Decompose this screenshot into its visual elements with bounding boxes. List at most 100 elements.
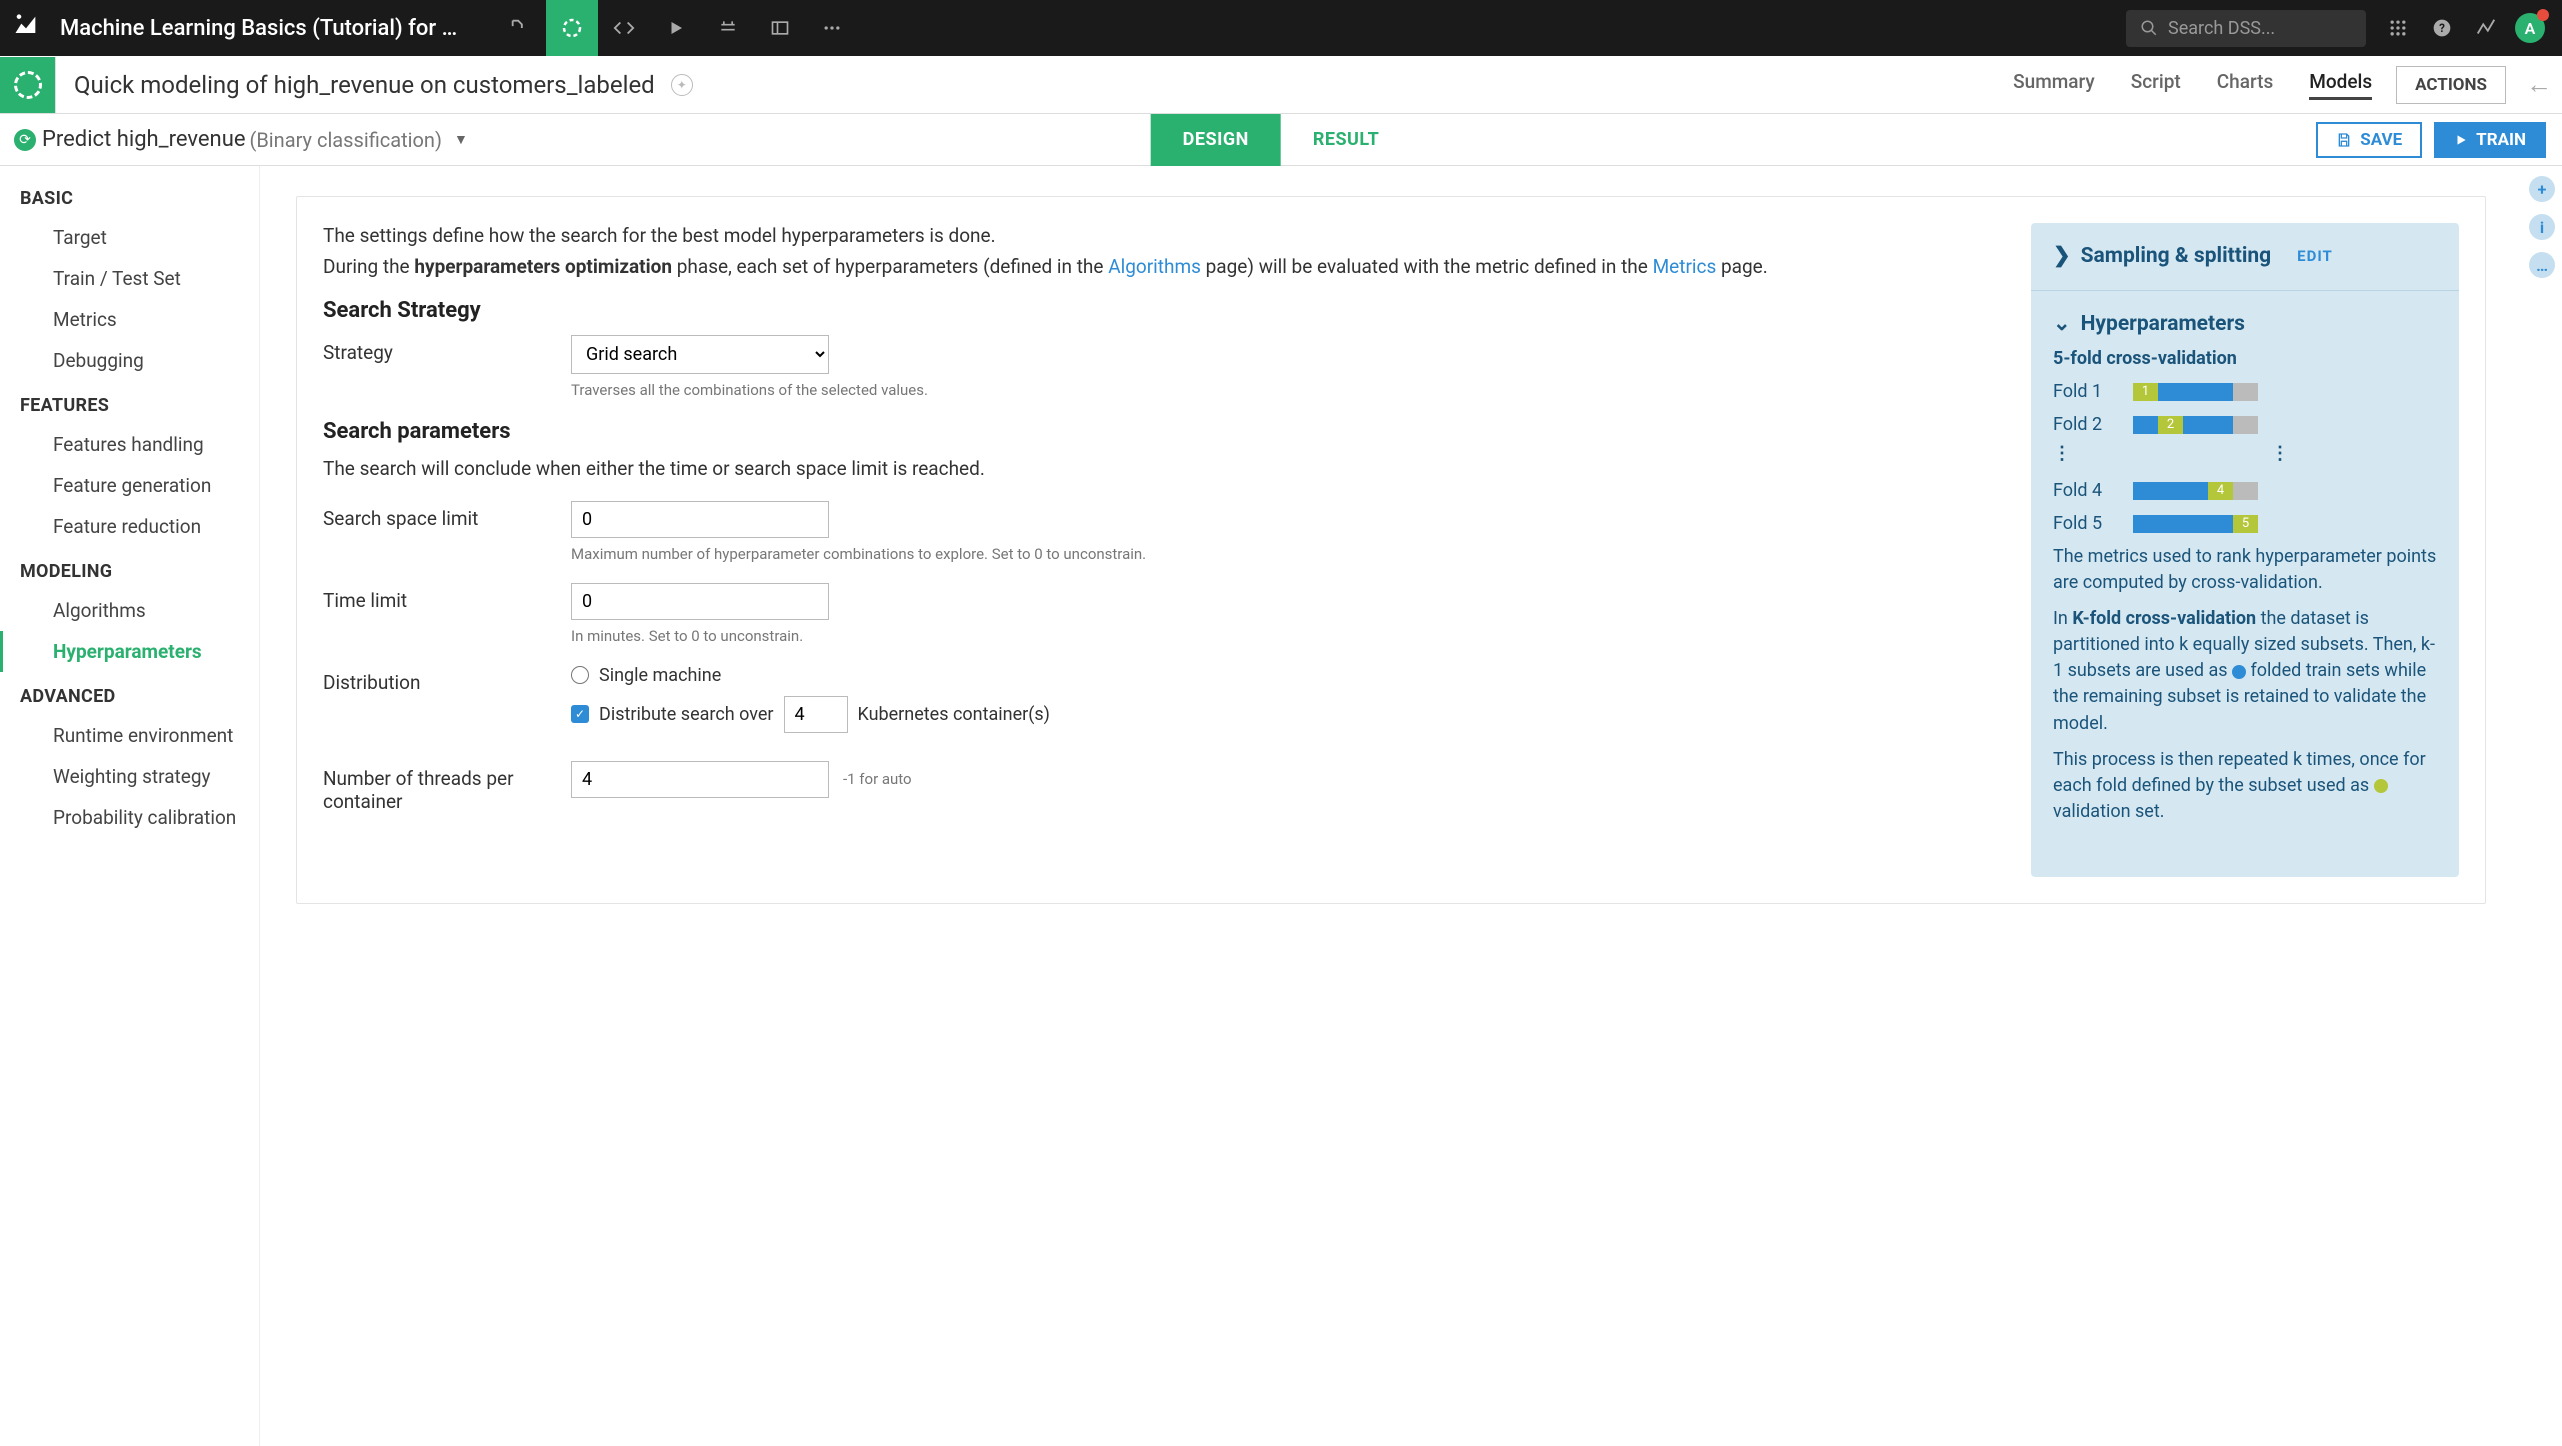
sidebar-section-modeling: MODELING — [0, 547, 259, 590]
sidebar-section-basic: BASIC — [0, 174, 259, 217]
mode-bar: ⟳ Predict high_revenue (Binary classific… — [0, 114, 2562, 166]
fold-row-5: Fold 5 5 — [2053, 513, 2437, 534]
distribution-label: Distribution — [323, 665, 571, 694]
lab-icon[interactable] — [546, 0, 598, 56]
time-limit-input[interactable] — [571, 583, 829, 620]
svg-text:?: ? — [2439, 21, 2445, 35]
sidebar-item-metrics[interactable]: Metrics — [0, 299, 259, 340]
activity-icon[interactable] — [2466, 8, 2506, 48]
actions-button[interactable]: ACTIONS — [2396, 66, 2506, 104]
strategy-help: Traverses all the combinations of the se… — [571, 380, 2001, 401]
tab-summary[interactable]: Summary — [2013, 70, 2095, 100]
chevron-right-icon: ❯ — [2053, 243, 2071, 268]
strategy-heading: Search Strategy — [323, 298, 2001, 323]
sidebar-item-feature-generation[interactable]: Feature generation — [0, 465, 259, 506]
edit-link[interactable]: EDIT — [2297, 247, 2333, 265]
mode-switch: DESIGN RESULT — [1151, 114, 1412, 166]
info-circle-icon[interactable]: ✦ — [671, 74, 693, 96]
sidebar-item-algorithms[interactable]: Algorithms — [0, 590, 259, 631]
space-limit-help: Maximum number of hyperparameter combina… — [571, 544, 2001, 565]
help-icon[interactable]: ? — [2422, 8, 2462, 48]
more-icon[interactable] — [806, 0, 858, 56]
train-label: TRAIN — [2476, 130, 2526, 150]
tab-models[interactable]: Models — [2309, 70, 2372, 100]
main-area: BASIC Target Train / Test Set Metrics De… — [0, 166, 2562, 1446]
search-icon — [2140, 19, 2158, 37]
user-avatar[interactable]: A — [2510, 8, 2550, 48]
predict-icon: ⟳ — [14, 129, 36, 151]
time-limit-label: Time limit — [323, 583, 571, 612]
single-machine-radio[interactable] — [571, 666, 589, 684]
panel-icon[interactable] — [754, 0, 806, 56]
search-input[interactable]: Search DSS... — [2126, 10, 2366, 47]
nav-icons — [494, 0, 858, 56]
space-limit-input[interactable] — [571, 501, 829, 538]
app-logo[interactable] — [12, 12, 44, 44]
chevron-down-icon[interactable]: ▼ — [454, 131, 468, 148]
ellipsis-icon-2: ⋮ — [2271, 443, 2289, 464]
ml-task-icon[interactable] — [0, 57, 56, 113]
train-dot-icon — [2232, 665, 2246, 679]
sidebar-item-target[interactable]: Target — [0, 217, 259, 258]
intro-text-1: The settings define how the search for t… — [323, 223, 2001, 250]
sampling-section-title[interactable]: ❯ Sampling & splitting EDIT — [2053, 243, 2437, 268]
project-name[interactable]: Machine Learning Basics (Tutorial) for A… — [60, 16, 470, 41]
threads-input[interactable] — [571, 761, 829, 798]
cv-desc-1: The metrics used to rank hyperparameter … — [2053, 544, 2437, 596]
predict-subtitle: (Binary classification) — [250, 128, 442, 152]
sidebar-item-debugging[interactable]: Debugging — [0, 340, 259, 381]
strategy-select[interactable]: Grid search — [571, 335, 829, 374]
params-heading: Search parameters — [323, 419, 2001, 444]
stack-icon[interactable] — [702, 0, 754, 56]
save-button[interactable]: SAVE — [2316, 122, 2422, 158]
metrics-link[interactable]: Metrics — [1653, 255, 1717, 278]
main-content: The settings define how the search for t… — [260, 166, 2522, 1446]
intro-text-2: During the hyperparameters optimization … — [323, 254, 2001, 281]
sidebar-item-runtime-env[interactable]: Runtime environment — [0, 715, 259, 756]
sidebar-item-feature-reduction[interactable]: Feature reduction — [0, 506, 259, 547]
apps-icon[interactable] — [2378, 8, 2418, 48]
search-placeholder: Search DSS... — [2168, 18, 2275, 39]
info-panel: ❯ Sampling & splitting EDIT ⌄ Hyperparam… — [2031, 223, 2459, 877]
sidebar-item-train-test[interactable]: Train / Test Set — [0, 258, 259, 299]
fold-row-2: Fold 2 2 — [2053, 414, 2437, 435]
params-desc: The search will conclude when either the… — [323, 456, 2001, 483]
info-icon[interactable]: i — [2529, 214, 2555, 240]
sub-header: Quick modeling of high_revenue on custom… — [0, 56, 2562, 114]
save-icon — [2336, 132, 2352, 148]
sidebar-item-weighting[interactable]: Weighting strategy — [0, 756, 259, 797]
tab-script[interactable]: Script — [2131, 70, 2181, 100]
flow-icon[interactable] — [494, 0, 546, 56]
threads-label: Number of threads per container — [323, 761, 571, 813]
fold-row-1: Fold 1 1 — [2053, 381, 2437, 402]
back-arrow-icon[interactable]: ← — [2526, 69, 2552, 100]
page-title: Quick modeling of high_revenue on custom… — [74, 71, 655, 99]
chat-icon[interactable]: … — [2529, 252, 2555, 278]
code-icon[interactable] — [598, 0, 650, 56]
train-button[interactable]: TRAIN — [2434, 122, 2546, 158]
sidebar-item-probability-cal[interactable]: Probability calibration — [0, 797, 259, 838]
hyper-section-title[interactable]: ⌄ Hyperparameters — [2053, 311, 2437, 336]
tab-charts[interactable]: Charts — [2217, 70, 2274, 100]
predict-title: Predict high_revenue — [42, 127, 246, 152]
distribute-count-input[interactable] — [784, 696, 848, 733]
sidebar-item-features-handling[interactable]: Features handling — [0, 424, 259, 465]
sidebar-section-advanced: ADVANCED — [0, 672, 259, 715]
time-limit-help: In minutes. Set to 0 to unconstrain. — [571, 626, 2001, 647]
sidebar-item-hyperparameters[interactable]: Hyperparameters — [0, 631, 259, 672]
left-sidebar: BASIC Target Train / Test Set Metrics De… — [0, 166, 260, 1446]
ellipsis-icon: ⋮ — [2053, 443, 2071, 464]
algorithms-link[interactable]: Algorithms — [1108, 255, 1201, 278]
distribute-radio[interactable]: ✓ — [571, 705, 589, 723]
design-tab[interactable]: DESIGN — [1151, 114, 1281, 166]
single-machine-label: Single machine — [599, 665, 721, 686]
play-icon — [2454, 133, 2468, 147]
cv-desc-2: In K-fold cross-validation the dataset i… — [2053, 606, 2437, 736]
valid-dot-icon — [2374, 779, 2388, 793]
result-tab[interactable]: RESULT — [1281, 114, 1412, 166]
space-limit-label: Search space limit — [323, 501, 571, 530]
distribute-label-pre: Distribute search over — [599, 704, 774, 725]
add-icon[interactable]: + — [2529, 176, 2555, 202]
chevron-down-icon: ⌄ — [2053, 311, 2071, 336]
play-icon[interactable] — [650, 0, 702, 56]
